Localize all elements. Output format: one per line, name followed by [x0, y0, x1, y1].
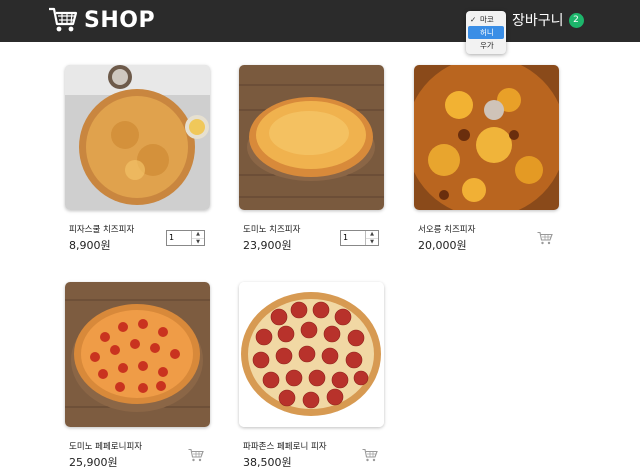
pizza-image [65, 282, 210, 427]
increment-icon[interactable]: ▲ [366, 231, 378, 239]
product-name: 도미노 치즈피자 [243, 225, 301, 235]
product-price: 25,900원 [69, 456, 118, 469]
cart-link[interactable]: 장바구니 2 [512, 10, 584, 30]
user-select-dropdown[interactable]: 마코 허니 우가 [466, 11, 506, 54]
decrement-icon[interactable]: ▼ [192, 239, 204, 246]
product-card: 서오릉 치즈피자 20,000원 [414, 65, 559, 252]
product-name: 도미노 페페로니피자 [69, 442, 143, 452]
add-to-cart-icon[interactable] [362, 448, 378, 462]
dropdown-option[interactable]: 마코 [466, 13, 506, 26]
pizza-image [414, 65, 559, 210]
quantity-value[interactable]: 1 [341, 231, 365, 245]
product-card: 도미노 치즈피자 23,900원 1 ▲ ▼ [239, 65, 384, 252]
dropdown-option[interactable]: 우가 [466, 39, 506, 52]
product-image[interactable] [414, 65, 559, 210]
quantity-value[interactable]: 1 [167, 231, 191, 245]
quantity-spinner[interactable]: ▲ ▼ [365, 231, 378, 245]
decrement-icon[interactable]: ▼ [366, 239, 378, 246]
product-card: 파파존스 페페로니 피자 38,500원 [239, 282, 384, 469]
product-price: 38,500원 [243, 456, 292, 469]
add-to-cart-icon[interactable] [188, 448, 204, 462]
product-name: 서오릉 치즈피자 [418, 225, 476, 235]
product-price: 20,000원 [418, 239, 467, 252]
product-card: 도미노 페페로니피자 25,900원 [65, 282, 210, 469]
pizza-image [65, 65, 210, 210]
product-name: 피자스쿨 치즈피자 [69, 225, 135, 235]
product-image[interactable] [65, 65, 210, 210]
pizza-image [239, 65, 384, 210]
product-card: 피자스쿨 치즈피자 8,900원 1 ▲ ▼ [65, 65, 210, 252]
shop-logo[interactable]: SHOP [48, 6, 155, 34]
cart-label: 장바구니 [512, 13, 564, 29]
quantity-spinner[interactable]: ▲ ▼ [191, 231, 204, 245]
pizza-image [239, 282, 384, 427]
shopping-cart-icon [49, 7, 78, 32]
quantity-stepper[interactable]: 1 ▲ ▼ [166, 230, 205, 246]
top-navbar: SHOP 장바구니 2 [0, 0, 640, 42]
increment-icon[interactable]: ▲ [192, 231, 204, 239]
cart-count-badge: 2 [568, 12, 584, 28]
product-price: 8,900원 [69, 239, 111, 252]
product-name: 파파존스 페페로니 피자 [243, 442, 327, 452]
product-price: 23,900원 [243, 239, 292, 252]
dropdown-option[interactable]: 허니 [468, 26, 504, 39]
add-to-cart-icon[interactable] [537, 231, 553, 245]
product-image[interactable] [239, 282, 384, 427]
quantity-stepper[interactable]: 1 ▲ ▼ [340, 230, 379, 246]
product-image[interactable] [65, 282, 210, 427]
product-image[interactable] [239, 65, 384, 210]
brand-name: SHOP [84, 7, 156, 33]
